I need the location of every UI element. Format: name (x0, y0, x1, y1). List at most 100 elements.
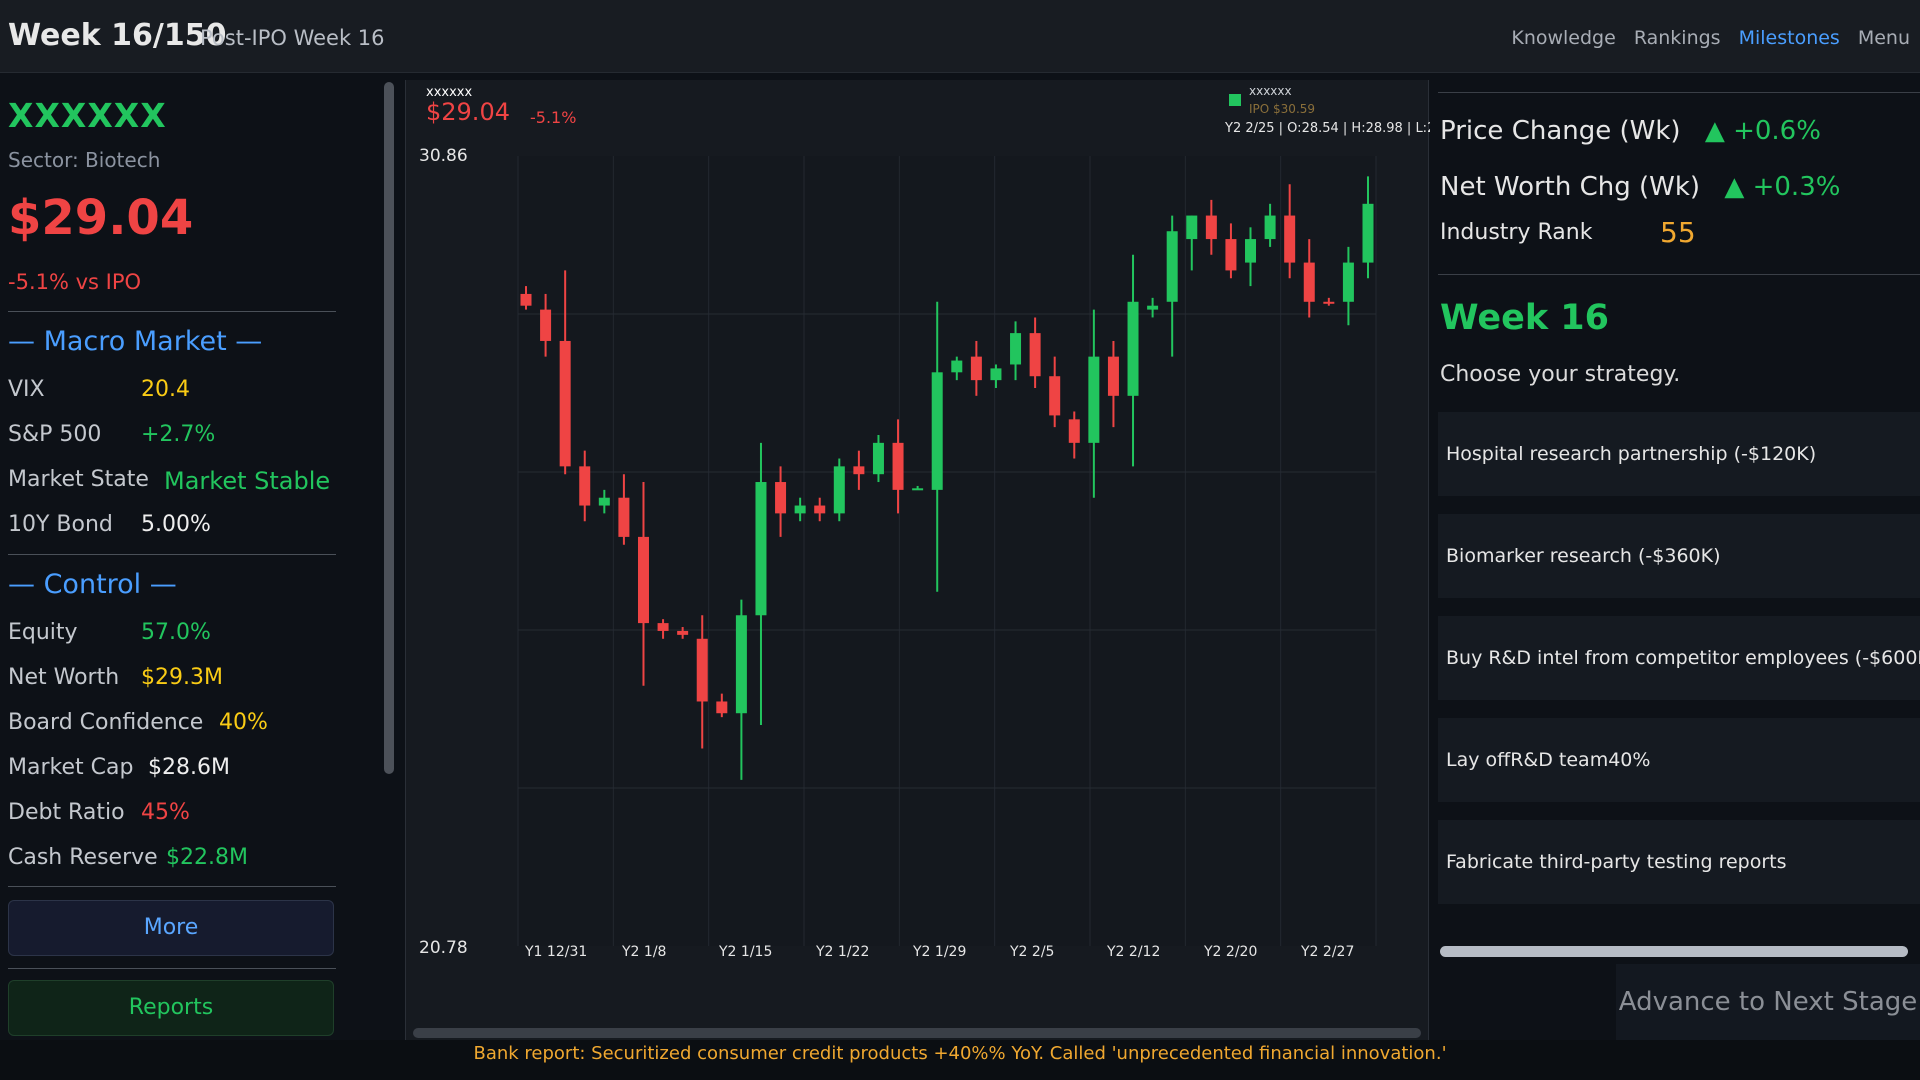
left-scrollbar[interactable] (384, 82, 394, 774)
macro-market-heading: — Macro Market — (8, 326, 263, 357)
candle-body (951, 360, 963, 373)
divider (8, 554, 336, 555)
candle-body (1284, 215, 1296, 263)
macro-label: 10Y Bond (8, 512, 113, 537)
candle-body (559, 340, 571, 467)
macro-label: VIX (8, 377, 45, 402)
x-tick-label: Y2 1/15 (718, 944, 772, 960)
control-value: $22.8M (166, 845, 248, 870)
company-sector: Sector: Biotech (8, 148, 161, 172)
control-label: Equity (8, 620, 78, 645)
vs-ipo-change: -5.1% vs IPO (8, 270, 142, 294)
strategy-option[interactable]: Lay offR&D team40% (1438, 718, 1920, 802)
candle-body (1088, 356, 1100, 443)
candle-body (775, 482, 787, 514)
candle-body (1225, 239, 1237, 271)
candle-body (853, 466, 865, 475)
x-tick-label: Y1 12/31 (524, 944, 587, 960)
x-tick-label: Y2 2/27 (1300, 944, 1354, 960)
nav-knowledge[interactable]: Knowledge (1511, 27, 1615, 49)
control-label: Cash Reserve (8, 845, 158, 870)
divider (1438, 274, 1920, 275)
control-label: Market Cap (8, 755, 134, 780)
price-change-label: Price Change (Wk) (1440, 116, 1681, 146)
price-change-value: ▲ +0.6% (1704, 116, 1821, 146)
options-scrollbar[interactable] (1440, 946, 1908, 957)
control-row-market-cap: Market Cap $28.6M (8, 755, 338, 785)
stock-price: $29.04 (8, 190, 194, 246)
candle-body (970, 356, 982, 381)
candle-body (1323, 301, 1335, 304)
strategy-option[interactable]: Biomarker research (-$360K) (1438, 514, 1920, 598)
legend-swatch (1229, 94, 1241, 106)
nav-rankings[interactable]: Rankings (1634, 27, 1721, 49)
candle-body (872, 442, 884, 475)
control-value: 40% (219, 710, 268, 735)
divider (8, 886, 336, 887)
control-value: $29.3M (141, 665, 223, 690)
x-tick-label: Y2 1/29 (912, 944, 966, 960)
candle-body (677, 630, 689, 635)
candle-body (696, 638, 708, 702)
control-row-debt-ratio: Debt Ratio 45% (8, 800, 338, 830)
divider (8, 968, 336, 969)
y-tick-label: 30.86 (419, 146, 468, 166)
top-nav: Knowledge Rankings Milestones Menu (1511, 27, 1910, 49)
control-row-cash-reserve: Cash Reserve $22.8M (8, 845, 338, 875)
nav-menu[interactable]: Menu (1858, 27, 1910, 49)
strategy-option[interactable]: Fabricate third-party testing reports (1438, 820, 1920, 904)
net-worth-change-label: Net Worth Chg (Wk) (1440, 172, 1701, 202)
strategy-option[interactable]: Buy R&D intel from competitor employees … (1438, 616, 1920, 700)
legend-ipo: IPO $30.59 (1249, 102, 1315, 116)
candle-body (1362, 203, 1374, 263)
strategy-prompt: Choose your strategy. (1440, 362, 1681, 387)
candle-body (1127, 301, 1139, 396)
candle-body (1166, 231, 1178, 302)
candle-body (520, 293, 532, 306)
nav-milestones[interactable]: Milestones (1739, 27, 1840, 49)
net-worth-change-metric: Net Worth Chg (Wk) ▲ +0.3% (1440, 172, 1840, 202)
industry-rank: Industry Rank 55 (1440, 216, 1696, 249)
control-label: Board Confidence (8, 710, 204, 735)
macro-value: 5.00% (141, 512, 211, 537)
chart-panel: xxxxxx $29.04 -5.1% xxxxxx IPO $30.59 Y2 2/25… (405, 80, 1430, 1040)
divider (8, 311, 336, 312)
advance-button[interactable]: Advance to Next Stage (1616, 964, 1920, 1040)
macro-label: Market State (8, 467, 149, 492)
net-worth-change-value: ▲ +0.3% (1724, 172, 1841, 202)
candle-body (1303, 262, 1315, 302)
candle-body (579, 466, 591, 506)
candle-body (657, 623, 669, 631)
legend-ticker: xxxxxx (1249, 84, 1292, 98)
x-tick-label: Y2 1/22 (815, 944, 869, 960)
divider (1438, 92, 1920, 93)
chart-scrollbar[interactable] (413, 1028, 1421, 1038)
macro-row-sp500: S&P 500 +2.7% (8, 422, 338, 452)
candle-body (735, 615, 747, 714)
candle-body (598, 497, 610, 506)
control-label: Net Worth (8, 665, 120, 690)
chart-price: $29.04 (426, 98, 510, 126)
control-label: Debt Ratio (8, 800, 125, 825)
candle-body (716, 701, 728, 714)
macro-value: Market Stable (164, 467, 331, 495)
control-value: 57.0% (141, 620, 211, 645)
reports-button[interactable]: Reports (8, 980, 334, 1036)
candle-body (1186, 215, 1198, 240)
candle-body (1205, 215, 1217, 240)
strategy-option[interactable]: Hospital research partnership (-$120K) (1438, 412, 1920, 496)
right-panel: Price Change (Wk) ▲ +0.6% Net Worth Chg … (1430, 80, 1920, 1040)
candle-body (1245, 239, 1257, 263)
price-change-metric: Price Change (Wk) ▲ +0.6% (1440, 116, 1821, 146)
ohlc-readout: Y2 2/25 | O:28.54 | H:28.98 | L:28.25 | … (1224, 121, 1430, 136)
candle-body (1264, 215, 1276, 240)
candle-body (814, 505, 826, 514)
control-row-board-confidence: Board Confidence 40% (8, 710, 338, 740)
chart-change: -5.1% (530, 108, 576, 127)
candle-body (1147, 305, 1159, 310)
candle-body (912, 488, 924, 491)
control-row-equity: Equity 57.0% (8, 620, 338, 650)
candle-body (1010, 333, 1022, 365)
left-panel: XXXXXX Sector: Biotech $29.04 -5.1% vs I… (0, 80, 340, 1040)
more-button[interactable]: More (8, 900, 334, 956)
